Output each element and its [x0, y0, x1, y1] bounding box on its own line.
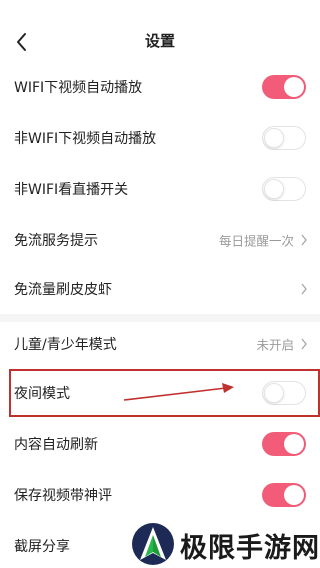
header: 设置: [0, 0, 320, 70]
setting-row-youth-mode[interactable]: 儿童/青少年模式 未开启: [0, 319, 320, 369]
setting-label: 儿童/青少年模式: [14, 337, 117, 353]
setting-label: 保存视频带神评: [14, 488, 112, 504]
watermark-logo-icon: [132, 523, 174, 565]
toggle-knob: [284, 434, 304, 454]
setting-row-save-video-comment: 保存视频带神评: [0, 470, 320, 520]
setting-label: 免流服务提示: [14, 233, 98, 249]
setting-label: 内容自动刷新: [14, 437, 98, 453]
watermark-text: 极限手游网: [180, 533, 320, 564]
setting-label: 免流量刷皮皮虾: [14, 282, 112, 298]
content-auto-refresh-toggle[interactable]: [262, 432, 306, 456]
page-title: 设置: [144, 32, 175, 50]
setting-row-night-mode: 夜间模式: [0, 368, 320, 418]
toggle-knob: [284, 77, 304, 97]
watermark: 极限手游网: [128, 520, 320, 568]
chevron-right-icon: [301, 338, 307, 350]
setting-row-free-data-browse[interactable]: 免流量刷皮皮虾: [0, 264, 320, 314]
toggle-knob: [264, 179, 284, 199]
toggle-knob: [284, 485, 304, 505]
setting-label: WIFI下视频自动播放: [14, 80, 143, 96]
setting-row-non-wifi-live: 非WIFI看直播开关: [0, 164, 320, 214]
wifi-autoplay-toggle[interactable]: [262, 75, 306, 99]
setting-value: 每日提醒一次: [218, 233, 294, 249]
night-mode-toggle[interactable]: [262, 381, 306, 405]
setting-row-free-data-notice[interactable]: 免流服务提示 每日提醒一次: [0, 215, 320, 265]
setting-label: 夜间模式: [14, 386, 70, 402]
save-video-comment-toggle[interactable]: [262, 483, 306, 507]
toggle-knob: [264, 383, 284, 403]
setting-value: 未开启: [256, 337, 294, 353]
chevron-right-icon: [301, 283, 307, 295]
setting-label: 非WIFI看直播开关: [14, 182, 129, 198]
toggle-knob: [264, 128, 284, 148]
setting-row-content-auto-refresh: 内容自动刷新: [0, 419, 320, 469]
non-wifi-live-toggle[interactable]: [262, 177, 306, 201]
chevron-right-icon: [301, 234, 307, 246]
setting-label: 截屏分享: [14, 539, 70, 555]
setting-row-wifi-autoplay: WIFI下视频自动播放: [0, 62, 320, 112]
setting-label: 非WIFI下视频自动播放: [14, 131, 157, 147]
non-wifi-autoplay-toggle[interactable]: [262, 126, 306, 150]
setting-row-non-wifi-autoplay: 非WIFI下视频自动播放: [0, 113, 320, 163]
